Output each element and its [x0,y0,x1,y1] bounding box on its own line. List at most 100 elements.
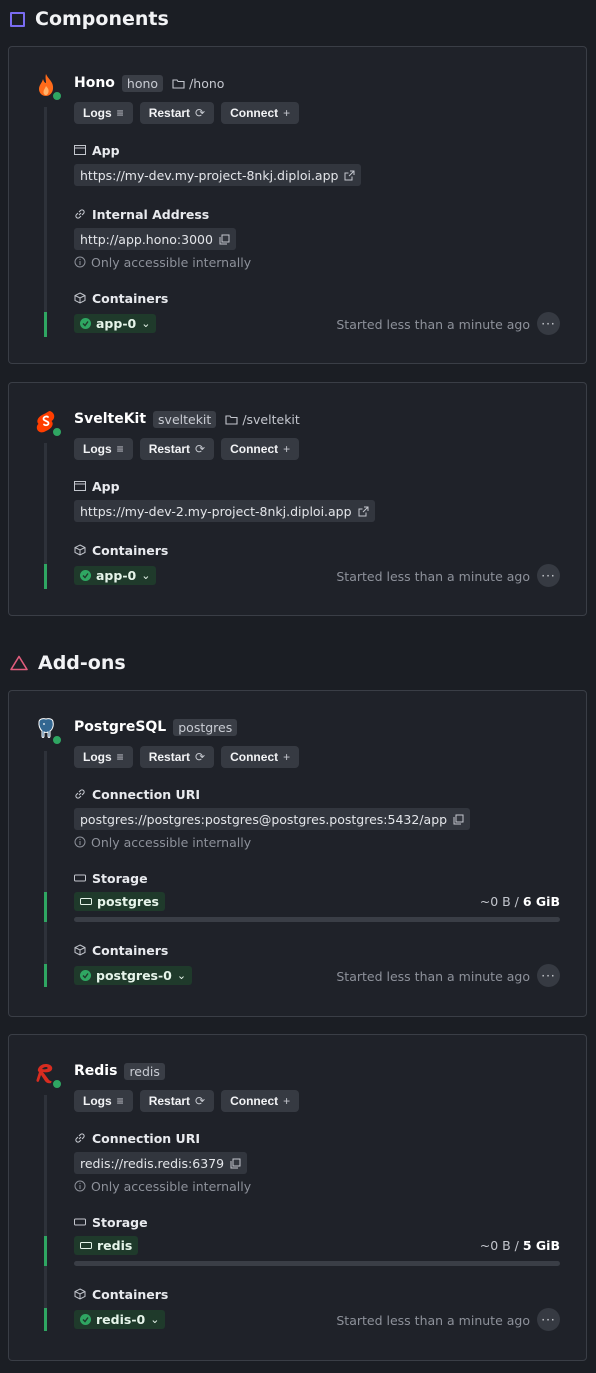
storage-icon [80,1242,92,1249]
logs-button[interactable]: Logs ≡ [74,1090,133,1112]
plus-icon: + [283,1094,291,1108]
restart-icon: ⟳ [195,442,206,456]
started-time: Started less than a minute ago [336,1313,530,1328]
link-icon [75,209,85,219]
restart-button[interactable]: Restart ⟳ [139,102,215,124]
timeline-active [44,312,47,337]
restart-button[interactable]: Restart ⟳ [139,438,215,460]
addon-tag: postgres [173,718,238,736]
component-path: /hono [172,76,224,91]
storage-label: Storage [74,1214,148,1230]
chevron-down-icon: ⌄ [141,317,151,330]
plus-icon: + [283,442,291,456]
check-circle-icon [80,318,91,329]
connect-button[interactable]: Connect + [221,746,300,768]
restart-icon: ⟳ [195,1094,206,1108]
restart-button[interactable]: Restart ⟳ [139,1090,215,1112]
addon-tag: redis [124,1062,165,1080]
connect-button[interactable]: Connect + [221,102,300,124]
triangle-icon [10,655,28,671]
status-running-dot [51,90,63,102]
connection-uri-label: Connection URI [74,786,200,802]
storage-volume-pill: redis [74,1236,139,1255]
list-icon: ≡ [116,442,124,456]
components-section-title: Components [10,7,169,31]
chevron-down-icon: ⌄ [150,1313,160,1326]
check-circle-icon [80,970,91,981]
chevron-down-icon: ⌄ [176,969,187,982]
folder-icon [225,414,238,425]
list-icon: ≡ [116,750,124,764]
internal-note: Only accessible internally [74,834,251,850]
box-icon [74,544,86,556]
storage-usage-bar [74,1261,560,1266]
plus-icon: + [283,750,291,764]
component-tag: hono [121,74,164,92]
container-pill[interactable]: postgres-0 ⌄ [74,966,193,985]
component-name: Hono [74,75,115,91]
info-icon [74,1180,86,1192]
link-icon [75,789,85,799]
containers-label: Containers [74,542,168,558]
timeline-storage-active [44,892,47,922]
app-label: App [74,478,120,494]
copy-icon [219,234,230,244]
app-url-link[interactable]: https://my-dev-2.my-project-8nkj.diploi.… [74,500,375,522]
logs-button[interactable]: Logs ≡ [74,746,133,768]
copy-icon [230,1158,241,1168]
containers-label: Containers [74,290,168,306]
container-pill[interactable]: app-0 ⌄ [74,314,157,333]
component-card-sveltekit: SvelteKit sveltekit /sveltekit Logs ≡ Res… [8,382,587,616]
connection-uri-copy[interactable]: redis://redis.redis:6379 [74,1152,248,1174]
timeline-line [44,751,47,987]
storage-icon [80,898,92,905]
restart-button[interactable]: Restart ⟳ [139,746,215,768]
info-icon [74,256,86,268]
containers-label: Containers [74,942,168,958]
link-icon [75,1133,85,1143]
internal-note: Only accessible internally [74,1178,251,1194]
connection-uri-copy[interactable]: postgres://postgres:postgres@postgres.po… [74,808,471,830]
started-time: Started less than a minute ago [336,969,530,984]
addons-section-title: Add-ons [10,651,126,675]
connect-button[interactable]: Connect + [221,1090,300,1112]
app-label: App [74,142,120,158]
more-options-button[interactable]: ··· [537,1308,560,1331]
more-options-button[interactable]: ··· [537,564,560,587]
component-tag: sveltekit [153,410,217,428]
status-running-dot [51,1078,63,1090]
check-circle-icon [80,1314,91,1325]
app-url-link[interactable]: https://my-dev.my-project-8nkj.diploi.ap… [74,164,362,186]
logs-button[interactable]: Logs ≡ [74,102,133,124]
timeline-active [44,564,47,589]
logs-button[interactable]: Logs ≡ [74,438,133,460]
timeline-active [44,1308,47,1331]
info-icon [74,836,86,848]
storage-usage: ~0 B / 5 GiB [479,1238,560,1253]
container-pill[interactable]: app-0 ⌄ [74,566,157,585]
addon-card-redis: Redis redis Logs ≡ Restart ⟳ Connect + Conn… [8,1034,587,1361]
timeline-active [44,964,47,987]
storage-usage: ~0 B / 6 GiB [479,894,560,909]
connect-button[interactable]: Connect + [221,438,300,460]
copy-icon [453,814,464,824]
check-circle-icon [80,570,91,581]
started-time: Started less than a minute ago [336,569,530,584]
component-path: /sveltekit [225,412,300,427]
container-pill[interactable]: redis-0 ⌄ [74,1310,166,1329]
more-options-button[interactable]: ··· [537,312,560,335]
more-options-button[interactable]: ··· [537,964,560,987]
component-card-hono: Hono hono /hono Logs ≡ Restart ⟳ Connect + … [8,46,587,364]
addon-name: PostgreSQL [74,719,167,735]
status-running-dot [51,734,63,746]
containers-label: Containers [74,1286,168,1302]
list-icon: ≡ [116,1094,124,1108]
component-name: SvelteKit [74,411,147,427]
square-icon [10,11,25,27]
storage-icon [74,1218,86,1226]
box-icon [74,944,86,956]
box-icon [74,1288,86,1300]
status-running-dot [51,426,63,438]
internal-address-copy[interactable]: http://app.hono:3000 [74,228,236,250]
storage-label: Storage [74,870,148,886]
